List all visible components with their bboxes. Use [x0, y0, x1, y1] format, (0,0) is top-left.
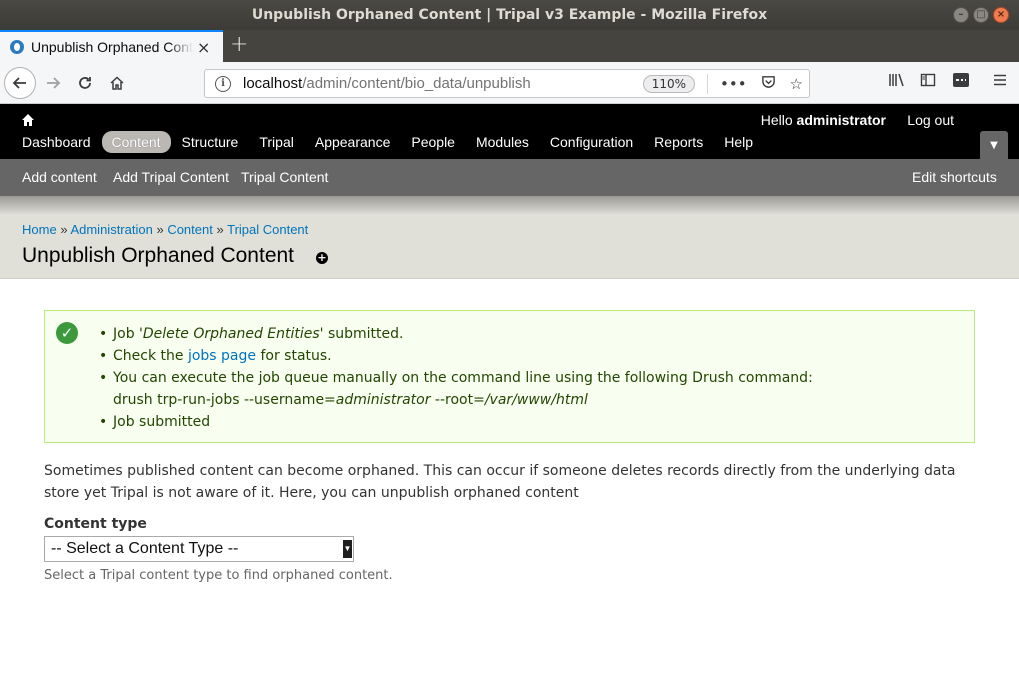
- pocket-icon[interactable]: [761, 74, 776, 93]
- list-item: Job 'Delete Orphaned Entities' submitted…: [99, 323, 813, 345]
- user-greeting: Hello administrator: [760, 112, 886, 128]
- minimize-icon[interactable]: –: [953, 7, 969, 23]
- forward-button[interactable]: [38, 68, 68, 98]
- shortcut-bar: Add content Add Tripal Content Tripal Co…: [0, 159, 1019, 196]
- list-item: You can execute the job queue manually o…: [99, 367, 813, 411]
- zoom-level-badge[interactable]: 110%: [642, 74, 695, 93]
- chevron-down-icon: ▼: [990, 140, 998, 151]
- intro-text: Sometimes published content can become o…: [44, 463, 956, 501]
- toolbar-shadow: [0, 196, 1019, 214]
- extension-icon[interactable]: [952, 72, 970, 92]
- close-tab-icon[interactable]: ×: [197, 38, 210, 57]
- content-type-help: Select a Tripal content type to find orp…: [44, 568, 393, 583]
- back-button[interactable]: [4, 67, 36, 99]
- menu-item-dashboard[interactable]: Dashboard: [12, 131, 101, 153]
- new-tab-button[interactable]: +: [230, 32, 248, 57]
- breadcrumb-content[interactable]: Content: [167, 222, 213, 237]
- window-title: Unpublish Orphaned Content | Tripal v3 E…: [251, 7, 768, 23]
- jobs-page-link[interactable]: jobs page: [188, 348, 256, 364]
- tab-title: Unpublish Orphaned Content: [31, 39, 193, 55]
- bookmark-star-icon[interactable]: ☆: [790, 75, 803, 93]
- breadcrumb-home[interactable]: Home: [22, 222, 57, 237]
- menu-item-content[interactable]: Content: [101, 131, 171, 153]
- home-button[interactable]: [102, 68, 132, 98]
- breadcrumb: Home » Administration » Content » Tripal…: [22, 222, 309, 237]
- menu-item-configuration[interactable]: Configuration: [540, 131, 643, 153]
- menu-item-structure[interactable]: Structure: [172, 131, 249, 153]
- window-controls: – □ ×: [953, 7, 1009, 23]
- shortcut-add-content[interactable]: Add content: [22, 169, 97, 185]
- close-window-icon[interactable]: ×: [993, 7, 1009, 23]
- select-value: -- Select a Content Type --: [51, 540, 239, 557]
- breadcrumb-tripal-content[interactable]: Tripal Content: [227, 222, 308, 237]
- list-item: Check the jobs page for status.: [99, 345, 813, 367]
- forward-arrow-icon: [47, 77, 61, 89]
- shortcut-add-tripal-content[interactable]: Add Tripal Content: [113, 169, 229, 185]
- hamburger-menu-icon[interactable]: [992, 72, 1008, 92]
- menu-item-people[interactable]: People: [401, 131, 465, 153]
- drush-command: drush trp-run-jobs --username=administra…: [113, 392, 588, 408]
- back-arrow-icon: [12, 77, 26, 89]
- url-separator: [707, 73, 708, 94]
- tab-strip: Unpublish Orphaned Content × +: [0, 30, 1019, 62]
- page-title: Unpublish Orphaned Content: [22, 244, 295, 267]
- breadcrumb-administration[interactable]: Administration: [70, 222, 152, 237]
- menu-item-modules[interactable]: Modules: [466, 131, 539, 153]
- content-type-label: Content type: [44, 516, 147, 532]
- menu-item-tripal[interactable]: Tripal: [249, 131, 304, 153]
- edit-shortcuts-link[interactable]: Edit shortcuts: [912, 169, 997, 185]
- sidebar-icon[interactable]: [920, 72, 936, 92]
- message-list: Job 'Delete Orphaned Entities' submitted…: [99, 323, 813, 433]
- add-shortcut-icon[interactable]: +: [316, 252, 328, 264]
- status-messages: ✓ Job 'Delete Orphaned Entities' submitt…: [44, 310, 975, 443]
- admin-toolbar: Dashboard Content Structure Tripal Appea…: [0, 104, 1019, 159]
- home-icon[interactable]: [21, 113, 35, 127]
- page-header: Home » Administration » Content » Tripal…: [0, 214, 1019, 279]
- address-bar[interactable]: i localhost/admin/content/bio_data/unpub…: [204, 69, 810, 98]
- site-info-icon[interactable]: i: [215, 75, 231, 92]
- dropdown-arrow-icon: ▼: [343, 540, 352, 558]
- shortcuts-toggle-button[interactable]: ▼: [980, 131, 1008, 159]
- content-type-select[interactable]: -- Select a Content Type -- ▼: [44, 536, 354, 562]
- reload-icon: [79, 77, 91, 89]
- window-titlebar: Unpublish Orphaned Content | Tripal v3 E…: [0, 0, 1019, 30]
- navigation-toolbar: i localhost/admin/content/bio_data/unpub…: [0, 62, 1019, 104]
- logout-link[interactable]: Log out: [907, 112, 954, 128]
- admin-menu: Dashboard Content Structure Tripal Appea…: [12, 131, 764, 153]
- maximize-icon[interactable]: □: [973, 7, 989, 23]
- menu-item-help[interactable]: Help: [714, 131, 763, 153]
- menu-item-reports[interactable]: Reports: [644, 131, 713, 153]
- url-text[interactable]: localhost/admin/content/bio_data/unpubli…: [243, 75, 643, 92]
- shortcut-tripal-content[interactable]: Tripal Content: [241, 169, 328, 185]
- menu-item-appearance[interactable]: Appearance: [305, 131, 401, 153]
- username-link[interactable]: administrator: [797, 112, 886, 128]
- list-item: Job submitted: [99, 411, 813, 433]
- drupal-favicon-icon: [10, 40, 24, 54]
- browser-tab[interactable]: Unpublish Orphaned Content ×: [0, 30, 223, 62]
- reload-button[interactable]: [70, 68, 100, 98]
- checkmark-icon: ✓: [56, 322, 78, 344]
- library-icon[interactable]: [888, 72, 906, 92]
- home-icon: [110, 76, 124, 90]
- page-actions-icon[interactable]: •••: [720, 75, 747, 93]
